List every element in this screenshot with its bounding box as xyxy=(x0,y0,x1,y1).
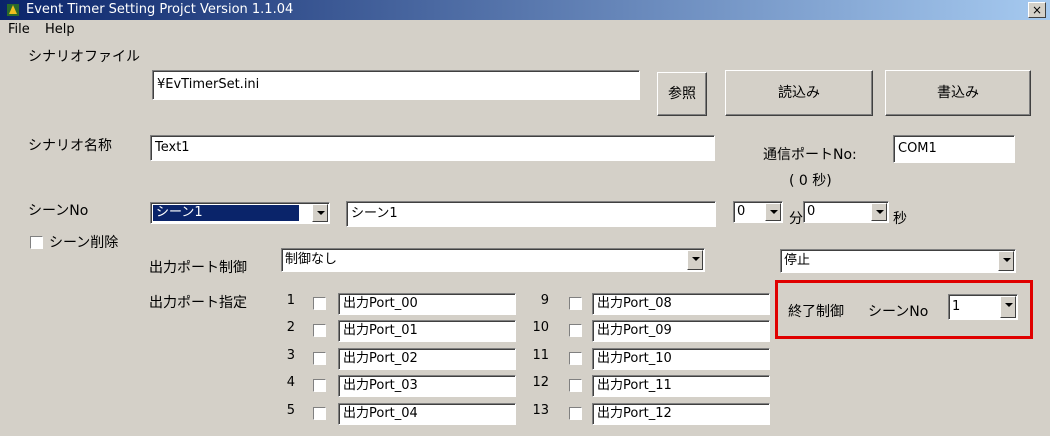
chevron-down-icon[interactable] xyxy=(312,204,328,222)
port-number: 11 xyxy=(532,348,549,363)
chevron-down-icon[interactable] xyxy=(998,251,1014,271)
port-name-value: 出力Port_10 xyxy=(597,351,672,366)
close-button[interactable]: × xyxy=(1028,2,1046,18)
port-number: 13 xyxy=(532,403,549,418)
port-name-input[interactable]: 出力Port_08 xyxy=(592,293,770,315)
port-checkbox[interactable] xyxy=(313,324,326,337)
scenario-name-input[interactable]: Text1 xyxy=(150,135,715,161)
title-bar: Event Timer Setting Projct Version 1.1.0… xyxy=(0,0,1050,20)
port-checkbox[interactable] xyxy=(569,379,582,392)
port-number: 9 xyxy=(540,293,549,308)
app-window: Event Timer Setting Projct Version 1.1.0… xyxy=(0,0,1050,436)
port-name-value: 出力Port_01 xyxy=(343,323,418,338)
port-checkbox[interactable] xyxy=(313,352,326,365)
output-state-select[interactable]: 停止 xyxy=(780,249,1016,273)
port-checkbox[interactable] xyxy=(569,297,582,310)
menu-bar: File Help xyxy=(0,21,1050,39)
port-checkbox[interactable] xyxy=(569,407,582,420)
comm-port-label: 通信ポートNo: xyxy=(763,147,857,163)
app-icon xyxy=(7,4,19,16)
port-name-input[interactable]: 出力Port_04 xyxy=(338,403,516,425)
port-number: 10 xyxy=(532,320,549,335)
port-checkbox[interactable] xyxy=(569,352,582,365)
scene-name-input[interactable]: シーン1 xyxy=(346,201,716,227)
chevron-down-icon[interactable] xyxy=(687,250,703,270)
output-state-value: 停止 xyxy=(784,253,811,268)
port-name-value: 出力Port_09 xyxy=(597,323,672,338)
port-number: 1 xyxy=(286,293,295,308)
menu-file[interactable]: File xyxy=(8,22,30,37)
seconds-value: 0 xyxy=(807,204,816,219)
port-number: 2 xyxy=(286,320,295,335)
scene-name-value: シーン1 xyxy=(351,206,398,221)
port-name-value: 出力Port_11 xyxy=(597,378,672,393)
end-scene-value: 1 xyxy=(952,299,961,314)
port-name-value: 出力Port_03 xyxy=(343,378,418,393)
end-scene-select[interactable]: 1 xyxy=(948,294,1018,320)
port-name-input[interactable]: 出力Port_03 xyxy=(338,375,516,397)
port-checkbox[interactable] xyxy=(313,379,326,392)
minutes-unit: 分 xyxy=(789,211,803,227)
scenario-name-label: シナリオ名称 xyxy=(28,138,112,154)
scene-select[interactable]: シーン1 xyxy=(150,202,330,224)
scenario-file-label: シナリオファイル xyxy=(28,49,140,65)
chevron-down-icon[interactable] xyxy=(765,203,781,221)
port-name-value: 出力Port_00 xyxy=(343,296,418,311)
port-number: 12 xyxy=(532,375,549,390)
scenario-name-value: Text1 xyxy=(155,140,190,155)
output-control-value: 制御なし xyxy=(285,252,338,267)
output-control-label: 出力ポート制御 xyxy=(149,260,247,276)
load-button[interactable]: 読込み xyxy=(725,70,873,116)
port-number: 4 xyxy=(286,375,295,390)
browse-button[interactable]: 参照 xyxy=(657,72,707,116)
menu-help[interactable]: Help xyxy=(45,22,75,37)
port-name-input[interactable]: 出力Port_00 xyxy=(338,293,516,315)
scene-no-label: シーンNo xyxy=(28,203,89,219)
comm-port-value: COM1 xyxy=(898,141,937,156)
write-button[interactable]: 書込み xyxy=(885,70,1031,116)
port-checkbox[interactable] xyxy=(313,297,326,310)
port-name-input[interactable]: 出力Port_11 xyxy=(592,375,770,397)
port-checkbox[interactable] xyxy=(569,324,582,337)
scenario-file-input[interactable]: ¥EvTimerSet.ini xyxy=(152,70,640,100)
port-name-value: 出力Port_08 xyxy=(597,296,672,311)
scene-delete-label: シーン削除 xyxy=(49,235,119,251)
port-number: 3 xyxy=(286,348,295,363)
output-control-select[interactable]: 制御なし xyxy=(281,248,705,272)
window-title: Event Timer Setting Projct Version 1.1.0… xyxy=(26,2,294,17)
scene-delete-checkbox[interactable] xyxy=(30,236,43,249)
seconds-select[interactable]: 0 xyxy=(803,201,889,223)
comm-port-input[interactable]: COM1 xyxy=(893,135,1015,163)
port-name-input[interactable]: 出力Port_01 xyxy=(338,320,516,342)
output-ports-label: 出力ポート指定 xyxy=(149,295,247,311)
port-checkbox[interactable] xyxy=(313,407,326,420)
chevron-down-icon[interactable] xyxy=(1000,296,1016,318)
port-name-value: 出力Port_12 xyxy=(597,406,672,421)
seconds-unit: 秒 xyxy=(893,211,907,227)
port-name-value: 出力Port_02 xyxy=(343,351,418,366)
scene-select-value: シーン1 xyxy=(153,205,299,221)
scenario-file-value: ¥EvTimerSet.ini xyxy=(157,77,260,92)
end-control-scene-label: シーンNo xyxy=(868,304,929,320)
port-name-input[interactable]: 出力Port_12 xyxy=(592,403,770,425)
chevron-down-icon[interactable] xyxy=(871,203,887,221)
port-name-input[interactable]: 出力Port_02 xyxy=(338,348,516,370)
port-name-input[interactable]: 出力Port_09 xyxy=(592,320,770,342)
seconds-note: ( 0 秒) xyxy=(789,173,832,189)
end-control-label: 終了制御 xyxy=(788,304,844,320)
minutes-value: 0 xyxy=(737,204,746,219)
minutes-select[interactable]: 0 xyxy=(733,201,783,223)
port-number: 5 xyxy=(286,403,295,418)
port-name-value: 出力Port_04 xyxy=(343,406,418,421)
port-name-input[interactable]: 出力Port_10 xyxy=(592,348,770,370)
